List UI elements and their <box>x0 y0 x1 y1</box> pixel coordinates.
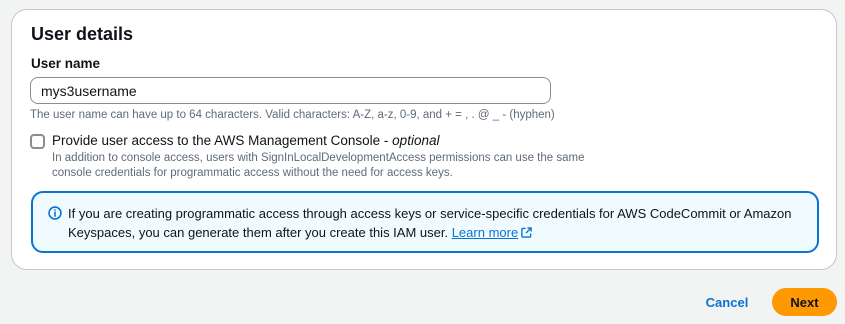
info-alert-text: If you are creating programmatic access … <box>68 204 808 242</box>
console-access-checkbox[interactable] <box>30 134 45 149</box>
optional-tag: optional <box>392 133 440 148</box>
info-alert: If you are creating programmatic access … <box>31 191 819 253</box>
learn-more-link[interactable]: Learn more <box>452 225 532 240</box>
info-icon <box>48 206 62 220</box>
user-name-label: User name <box>31 56 101 71</box>
console-access-label[interactable]: Provide user access to the AWS Managemen… <box>52 133 439 148</box>
console-access-label-text: Provide user access to the AWS Managemen… <box>52 133 393 148</box>
external-link-icon <box>521 227 532 238</box>
learn-more-text: Learn more <box>451 225 519 240</box>
user-name-constraint: The user name can have up to 64 characte… <box>30 109 555 121</box>
user-details-panel: User details User name The user name can… <box>11 9 837 270</box>
cancel-button[interactable]: Cancel <box>700 288 754 316</box>
console-access-description: In addition to console access, users wit… <box>52 152 585 179</box>
next-button[interactable]: Next <box>772 288 837 316</box>
panel-title: User details <box>31 24 134 44</box>
info-alert-message: If you are creating programmatic access … <box>68 206 792 240</box>
user-name-input[interactable] <box>30 77 551 104</box>
